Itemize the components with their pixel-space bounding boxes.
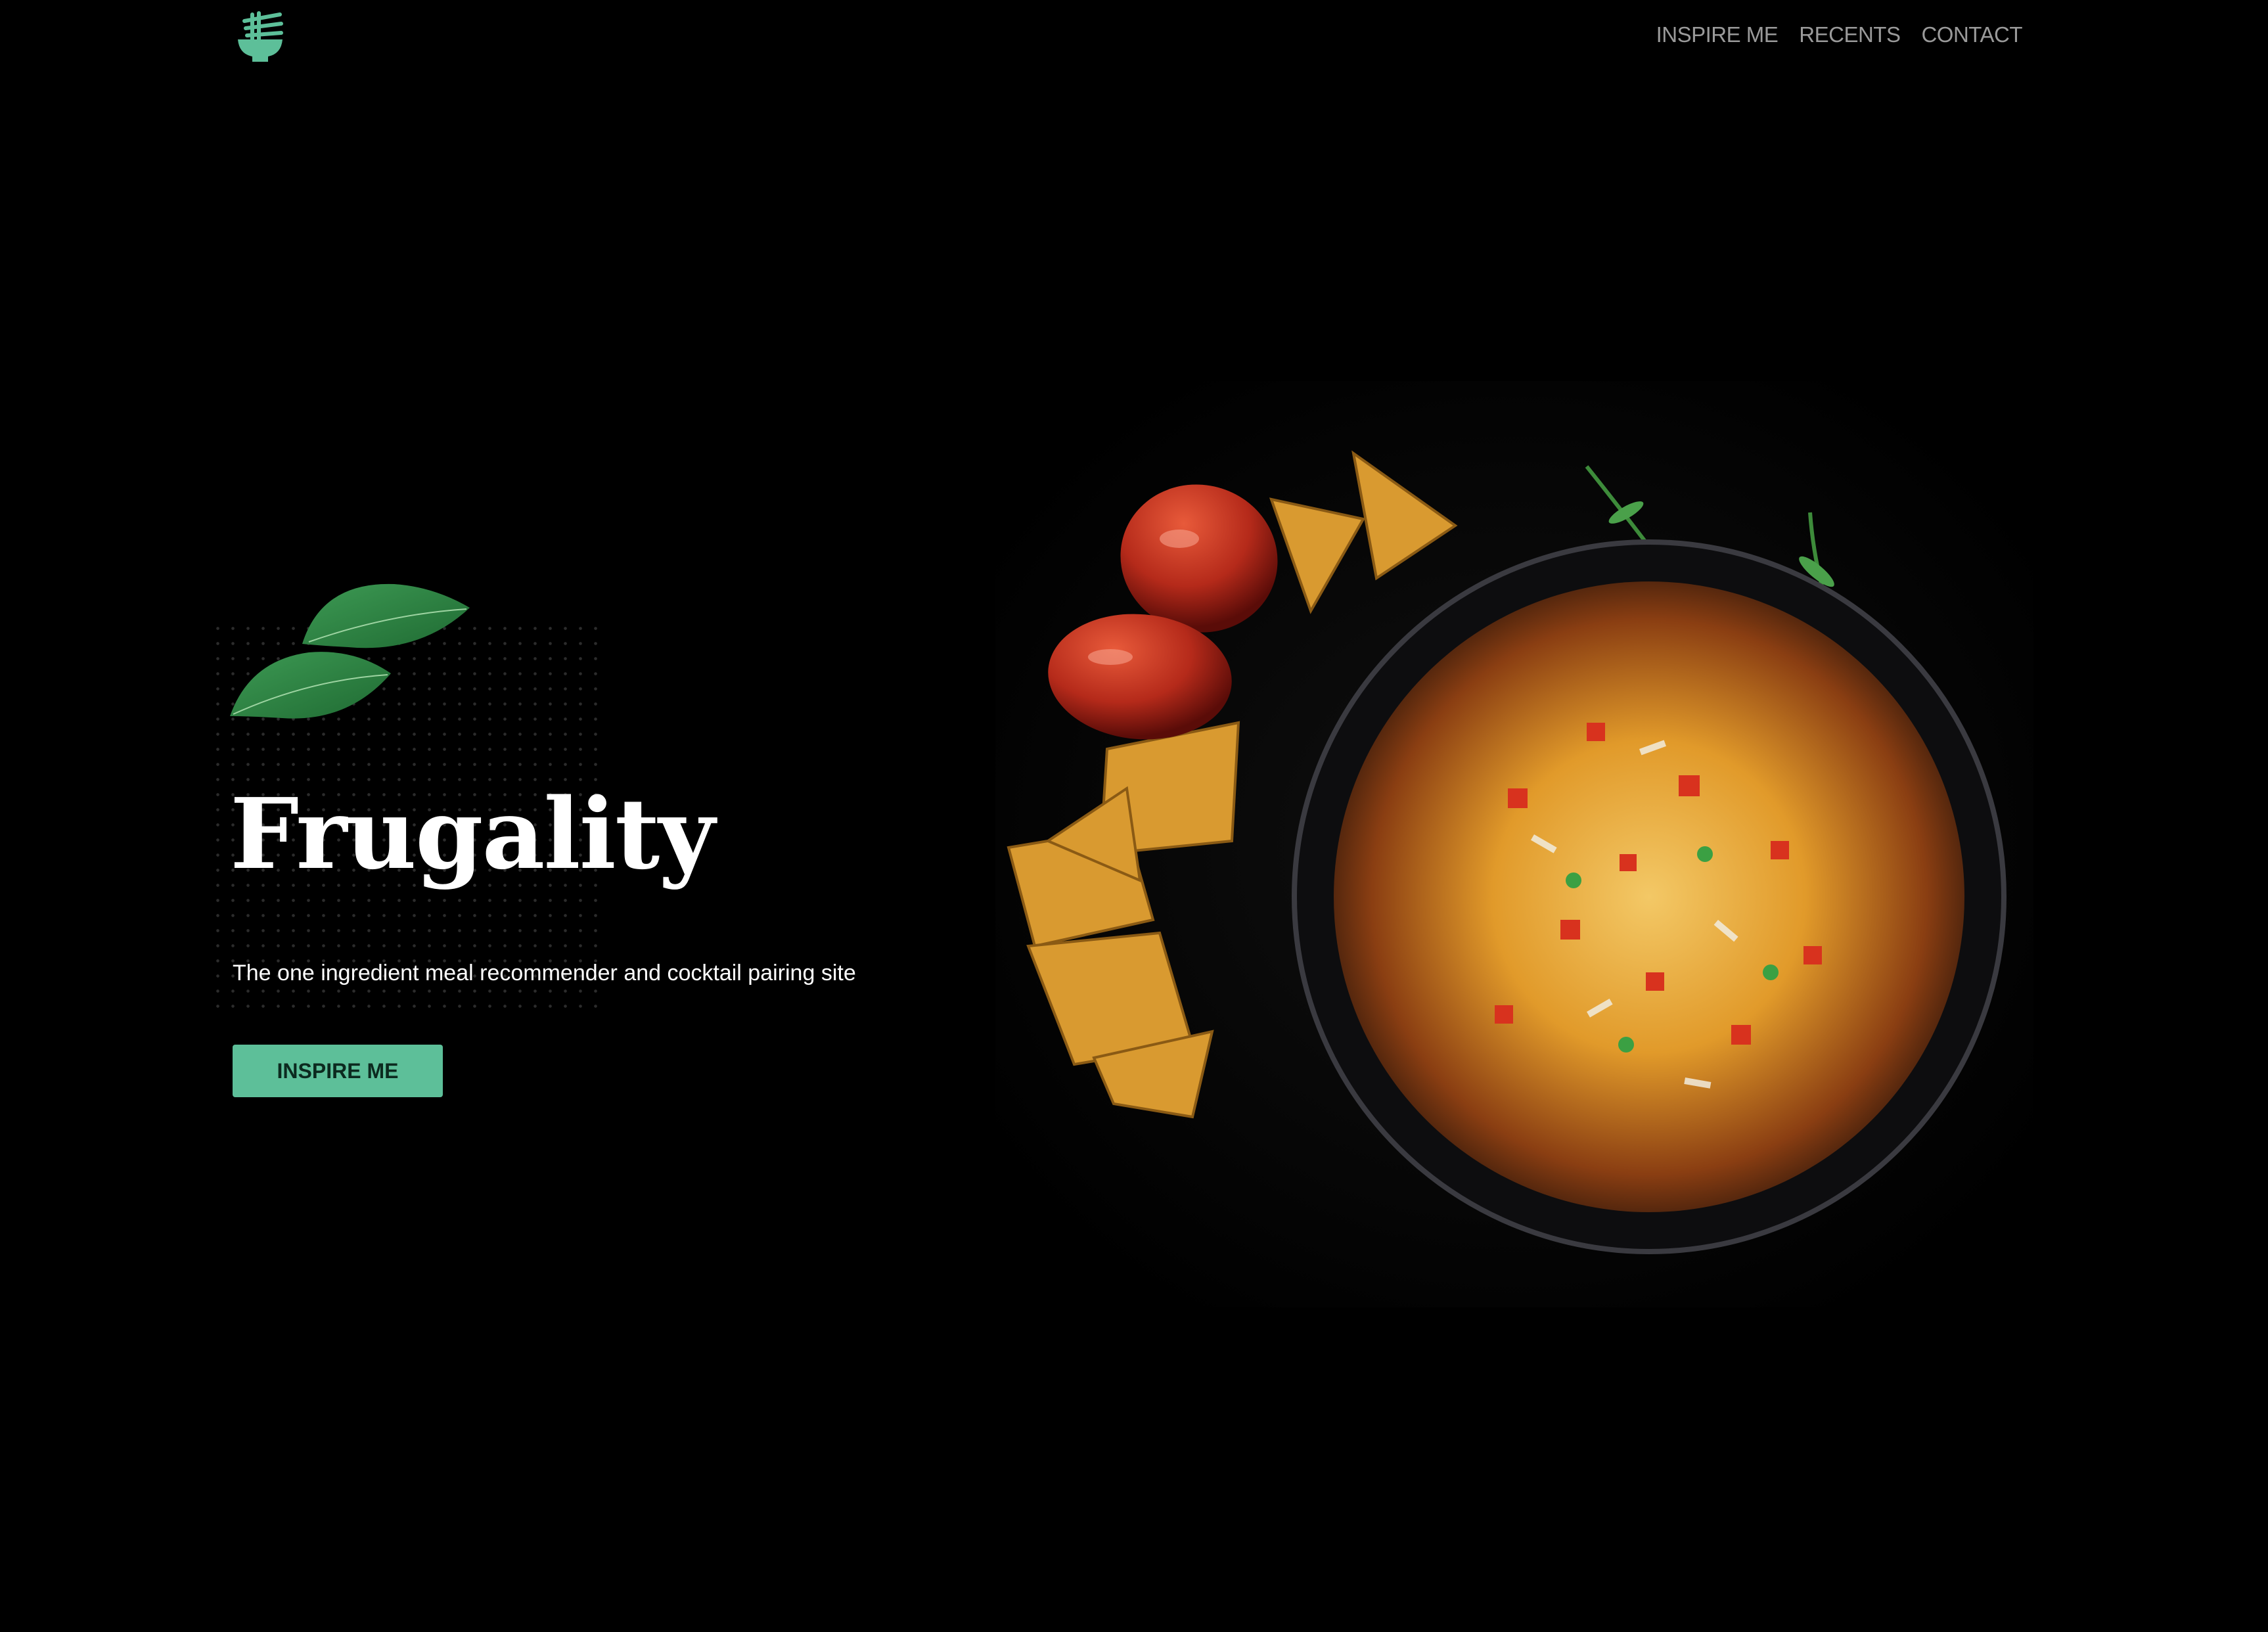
nav-contact[interactable]: CONTACT [1921, 22, 2022, 47]
leaves-icon [230, 583, 470, 719]
hero-food-image [995, 381, 2033, 1307]
hero-subtitle: The one ingredient meal recommender and … [233, 961, 856, 986]
nav-inspire-me[interactable]: INSPIRE ME [1656, 22, 1779, 47]
hero-title: Frugality [230, 777, 715, 891]
nav-recents[interactable]: RECENTS [1799, 22, 1901, 47]
logo-icon[interactable] [234, 11, 286, 63]
inspire-me-button[interactable]: INSPIRE ME [233, 1045, 443, 1097]
main-nav: INSPIRE ME RECENTS CONTACT [1656, 22, 2023, 47]
